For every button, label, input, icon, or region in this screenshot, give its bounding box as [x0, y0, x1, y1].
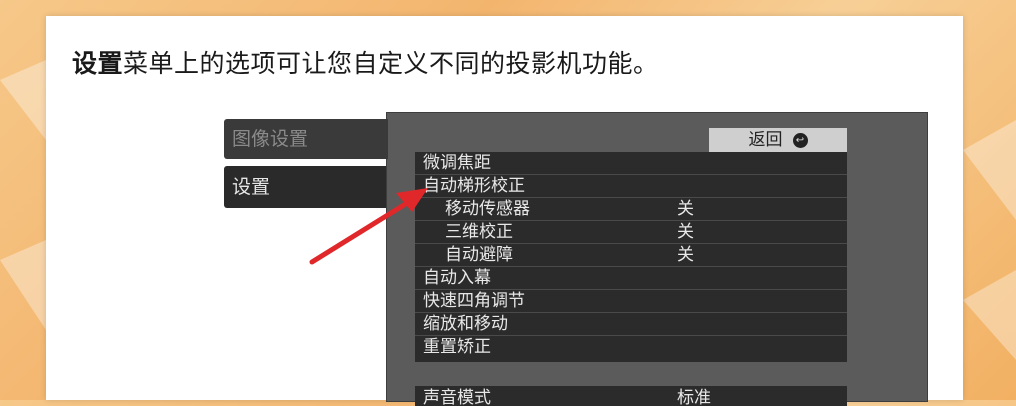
settings-menu-panel: 微调焦距 自动梯形校正 移动传感器 关 三维校正 关 自动避障 关 自动入幕 快…: [415, 152, 847, 362]
menu-item-reset-correction[interactable]: 重置矫正: [415, 336, 847, 359]
tab-settings[interactable]: 设置: [224, 166, 386, 208]
page-heading: 设置菜单上的选项可让您自定义不同的投影机功能。: [72, 44, 659, 80]
menu-item-value: 标准: [677, 388, 711, 406]
menu-item-zoom-shift[interactable]: 缩放和移动: [415, 313, 847, 336]
menu-item-label: 快速四角调节: [423, 291, 525, 311]
menu-item-sound-mode[interactable]: 声音模式 标准: [415, 386, 847, 406]
menu-item-label: 三维校正: [445, 222, 513, 242]
menu-item-label: 声音模式: [423, 388, 491, 406]
menu-item-3d-correction[interactable]: 三维校正 关: [415, 221, 847, 244]
menu-item-quick-corner[interactable]: 快速四角调节: [415, 290, 847, 313]
menu-item-screen-fit[interactable]: 自动入幕: [415, 267, 847, 290]
back-button[interactable]: 返回 ↩: [709, 128, 847, 152]
heading-text: 菜单上的选项可让您自定义不同的投影机功能。: [123, 49, 659, 78]
menu-item-label: 自动避障: [445, 245, 513, 265]
menu-item-value: 关: [677, 245, 694, 265]
menu-item-label: 自动梯形校正: [423, 176, 525, 196]
back-button-label: 返回: [748, 130, 783, 150]
menu-item-label: 缩放和移动: [423, 314, 508, 334]
menu-item-fine-focus[interactable]: 微调焦距: [415, 152, 847, 175]
menu-item-label: 移动传感器: [445, 199, 530, 219]
menu-item-value: 关: [677, 222, 694, 242]
menu-item-auto-keystone[interactable]: 自动梯形校正: [415, 175, 847, 198]
menu-item-auto-obstacle[interactable]: 自动避障 关: [415, 244, 847, 267]
menu-item-label: 微调焦距: [423, 153, 491, 173]
menu-item-label: 自动入幕: [423, 268, 491, 288]
menu-item-value: 关: [677, 199, 694, 219]
return-icon: ↩: [792, 132, 808, 148]
menu-item-motion-sensor[interactable]: 移动传感器 关: [415, 198, 847, 221]
heading-keyword: 设置: [72, 49, 124, 78]
menu-item-label: 重置矫正: [423, 337, 491, 357]
tab-image-settings[interactable]: 图像设置: [224, 119, 388, 159]
